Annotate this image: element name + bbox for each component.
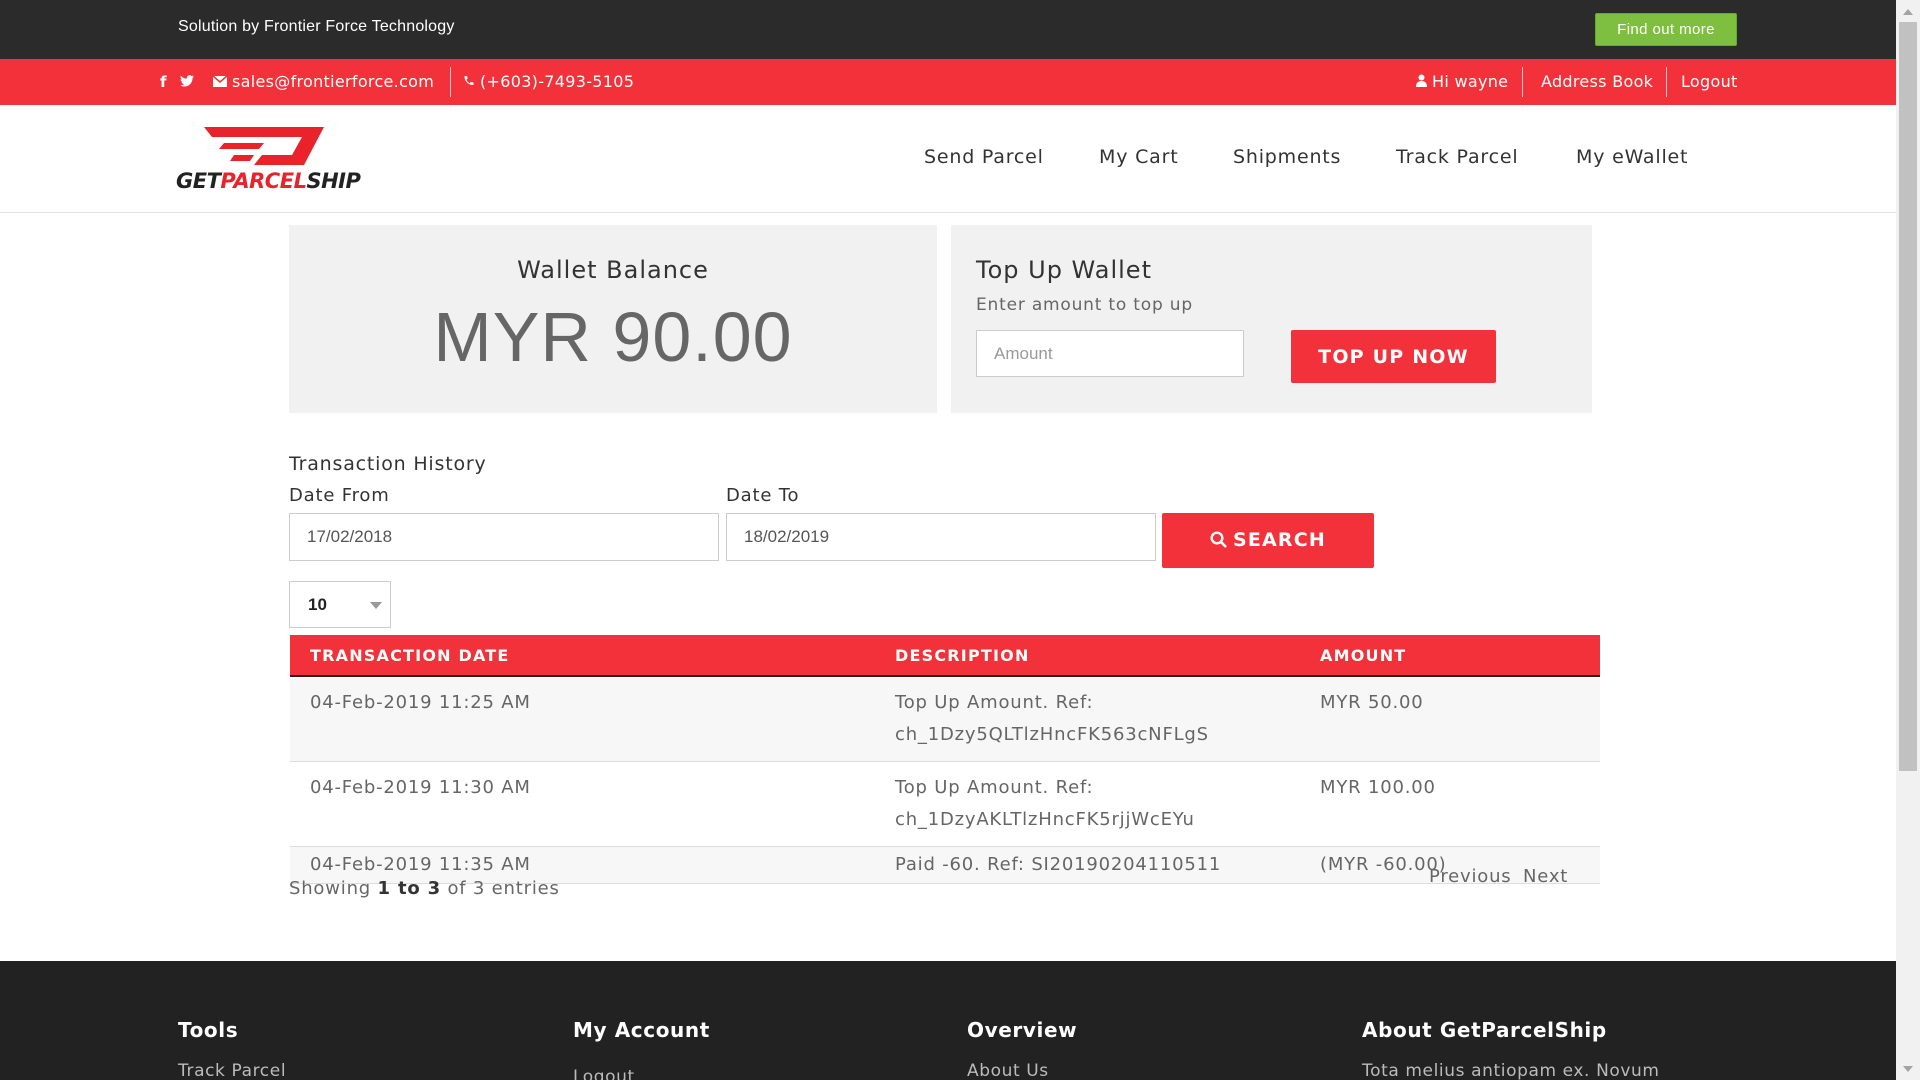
search-button[interactable]: SEARCH xyxy=(1162,513,1374,568)
top-up-card: Top Up Wallet Enter amount to top up TOP… xyxy=(951,225,1592,413)
description-cell: Top Up Amount. Ref: ch_1Dzy5QLTlzHncFK563… xyxy=(875,676,1300,762)
date-from-label: Date From xyxy=(289,485,390,506)
nav-my-cart[interactable]: My Cart xyxy=(1099,146,1178,168)
footer: Tools Track Parcel My Account Logout Ove… xyxy=(0,961,1896,1080)
page-scrollbar[interactable] xyxy=(1896,0,1920,1080)
column-header-transaction-date[interactable]: TRANSACTION DATE xyxy=(290,635,875,677)
page-size-value: 10 xyxy=(308,595,327,614)
search-button-label: SEARCH xyxy=(1232,528,1327,551)
email-link[interactable]: sales@frontierforce.com xyxy=(212,72,435,91)
contact-bar: f sales@frontierforce.com (+603)-7493-51… xyxy=(0,59,1896,105)
twitter-icon[interactable] xyxy=(179,73,194,91)
column-header-amount[interactable]: AMOUNT xyxy=(1300,635,1600,677)
phone-icon xyxy=(463,72,475,91)
top-up-now-button[interactable]: TOP UP NOW xyxy=(1291,330,1496,383)
nav-send-parcel[interactable]: Send Parcel xyxy=(924,146,1044,168)
table-row: 04-Feb-2019 11:25 AM Top Up Amount. Ref:… xyxy=(290,676,1600,762)
page-size-select[interactable]: 10 xyxy=(289,581,391,628)
logo-wings-icon xyxy=(204,127,324,165)
scroll-up-icon[interactable] xyxy=(1903,9,1913,15)
divider xyxy=(1522,67,1523,97)
nav-track-parcel[interactable]: Track Parcel xyxy=(1396,146,1518,168)
column-header-description[interactable]: DESCRIPTION xyxy=(875,635,1300,677)
nav-shipments[interactable]: Shipments xyxy=(1233,146,1341,168)
footer-overview-title: Overview xyxy=(967,1018,1078,1042)
next-page-button[interactable]: Next xyxy=(1523,866,1568,887)
chevron-down-icon xyxy=(370,602,382,609)
amount-input[interactable] xyxy=(976,330,1244,377)
footer-my-account-title: My Account xyxy=(573,1018,710,1042)
scrollbar-thumb[interactable] xyxy=(1899,22,1917,771)
find-out-more-button[interactable]: Find out more xyxy=(1595,13,1737,46)
date-to-input[interactable] xyxy=(726,513,1156,561)
description-cell: Top Up Amount. Ref: ch_1DzyAKLTlzHncFK5rj… xyxy=(875,761,1300,847)
logo-text: GETPARCELSHIP xyxy=(176,169,361,193)
transaction-date-cell: 04-Feb-2019 11:25 AM xyxy=(290,676,875,762)
phone-text: (+603)-7493-5105 xyxy=(480,72,635,91)
nav-my-ewallet[interactable]: My eWallet xyxy=(1576,146,1688,168)
wallet-balance-value: MYR 90.00 xyxy=(433,298,793,376)
entries-info: Showing 1 to 3 of 3 entries xyxy=(289,878,560,899)
top-up-subtitle: Enter amount to top up xyxy=(976,295,1193,315)
scroll-down-icon[interactable] xyxy=(1903,1066,1913,1072)
main-header: GETPARCELSHIP Send Parcel My Cart Shipme… xyxy=(0,105,1896,213)
wallet-balance-label: Wallet Balance xyxy=(517,256,709,284)
user-icon xyxy=(1416,72,1427,91)
envelope-icon xyxy=(212,72,228,91)
email-text: sales@frontierforce.com xyxy=(232,72,435,91)
amount-cell: MYR 50.00 xyxy=(1300,676,1600,762)
wallet-balance-card: Wallet Balance MYR 90.00 xyxy=(289,225,937,413)
description-cell: Paid -60. Ref: SI20190204110511 xyxy=(875,846,1300,884)
address-book-link[interactable]: Address Book xyxy=(1541,72,1653,91)
facebook-icon[interactable]: f xyxy=(160,73,167,91)
divider xyxy=(1666,67,1667,97)
previous-page-button[interactable]: Previous xyxy=(1429,866,1511,887)
transaction-history-title: Transaction History xyxy=(289,453,487,475)
footer-link-about-us[interactable]: About Us xyxy=(967,1061,1049,1080)
brand-tagline: Solution by Frontier Force Technology xyxy=(178,18,455,35)
table-row: 04-Feb-2019 11:30 AM Top Up Amount. Ref:… xyxy=(290,761,1600,847)
footer-link-logout[interactable]: Logout xyxy=(573,1067,635,1080)
top-bar: Solution by Frontier Force Technology Fi… xyxy=(0,0,1896,59)
user-name: Hi wayne xyxy=(1432,72,1509,91)
footer-link-track-parcel[interactable]: Track Parcel xyxy=(178,1061,286,1080)
date-to-label: Date To xyxy=(726,485,800,506)
table-header-row: TRANSACTION DATE DESCRIPTION AMOUNT xyxy=(290,635,1600,677)
divider xyxy=(450,67,451,97)
transaction-date-cell: 04-Feb-2019 11:30 AM xyxy=(290,761,875,847)
getparcelship-logo[interactable]: GETPARCELSHIP xyxy=(176,125,361,195)
top-up-title: Top Up Wallet xyxy=(976,256,1152,284)
footer-tools-title: Tools xyxy=(178,1018,239,1042)
phone-link[interactable]: (+603)-7493-5105 xyxy=(463,72,634,91)
transactions-table: TRANSACTION DATE DESCRIPTION AMOUNT 04-F… xyxy=(290,635,1600,884)
social-links: f xyxy=(160,72,202,91)
user-greeting[interactable]: Hi wayne xyxy=(1416,72,1508,91)
search-icon xyxy=(1210,530,1227,553)
amount-cell: MYR 100.00 xyxy=(1300,761,1600,847)
footer-about-text: Tota melius antiopam ex. Novum xyxy=(1362,1061,1660,1080)
logout-link[interactable]: Logout xyxy=(1681,72,1738,91)
footer-about-title: About GetParcelShip xyxy=(1362,1018,1607,1042)
date-from-input[interactable] xyxy=(289,513,719,561)
